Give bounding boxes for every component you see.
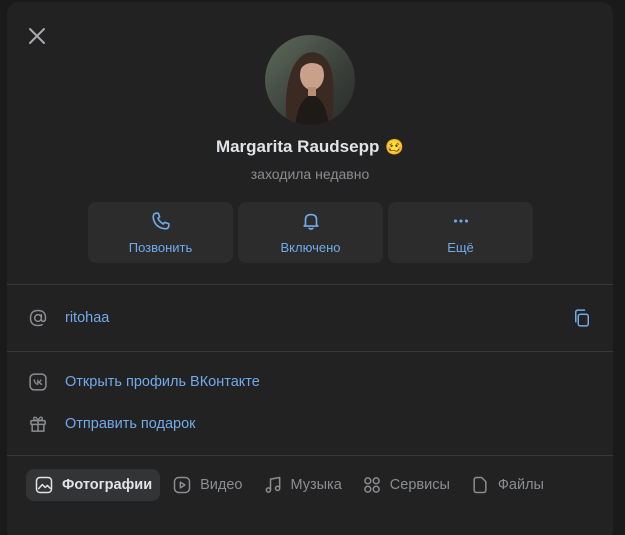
more-button-label: Ещё — [447, 240, 474, 255]
tab-services[interactable]: Сервисы — [354, 469, 458, 501]
profile-name-row: Margarita Raudsepp 🥴 — [7, 137, 613, 157]
username-text: ritohaa — [65, 310, 110, 326]
music-icon — [265, 476, 280, 493]
close-icon — [29, 28, 45, 44]
tab-video[interactable]: Видео — [164, 469, 250, 501]
bell-icon — [302, 213, 319, 230]
more-button[interactable]: Ещё — [388, 202, 533, 263]
gift-icon — [27, 413, 49, 435]
vk-profile-row[interactable]: Открыть профиль ВКонтакте — [7, 362, 613, 402]
tab-music-label: Музыка — [290, 477, 342, 493]
divider — [7, 455, 613, 456]
profile-name: Margarita Raudsepp — [215, 137, 380, 156]
divider — [7, 351, 613, 352]
divider — [7, 284, 613, 285]
notifications-button[interactable]: Включено — [238, 202, 383, 263]
name-emoji: 🥴 — [385, 139, 405, 156]
tab-video-label: Видео — [200, 477, 243, 493]
send-gift-link: Отправить подарок — [65, 416, 196, 432]
close-button[interactable] — [23, 22, 51, 50]
tab-services-label: Сервисы — [389, 477, 450, 493]
tab-photos[interactable]: Фотографии — [26, 469, 161, 501]
tab-files[interactable]: Файлы — [462, 469, 552, 501]
copy-username-button[interactable] — [571, 307, 593, 329]
call-button-label: Позвонить — [128, 240, 193, 255]
tab-files-label: Файлы — [497, 477, 544, 493]
copy-icon — [575, 309, 589, 327]
notifications-button-label: Включено — [280, 240, 341, 255]
send-gift-row[interactable]: Отправить подарок — [7, 404, 613, 444]
file-icon — [473, 476, 487, 494]
tab-photos-label: Фотографии — [62, 477, 153, 493]
at-icon — [27, 307, 49, 329]
vk-profile-link: Открыть профиль ВКонтакте — [65, 374, 260, 390]
avatar[interactable] — [265, 35, 355, 125]
tab-music[interactable]: Музыка — [255, 469, 350, 501]
online-status: заходила недавно — [250, 166, 370, 182]
media-tabs: Фотографии Видео Музыка Сервисы Файлы — [26, 469, 552, 501]
services-icon — [363, 477, 380, 493]
phone-icon — [151, 212, 170, 230]
vk-icon — [27, 371, 49, 393]
call-button[interactable]: Позвонить — [88, 202, 233, 263]
more-icon — [453, 219, 468, 223]
video-icon — [173, 476, 191, 494]
username-row[interactable]: ritohaa — [7, 298, 613, 338]
profile-panel: Margarita Raudsepp 🥴 заходила недавно По… — [7, 2, 613, 535]
photo-icon — [35, 476, 53, 494]
action-buttons: Позвонить Включено Ещё — [88, 202, 533, 263]
